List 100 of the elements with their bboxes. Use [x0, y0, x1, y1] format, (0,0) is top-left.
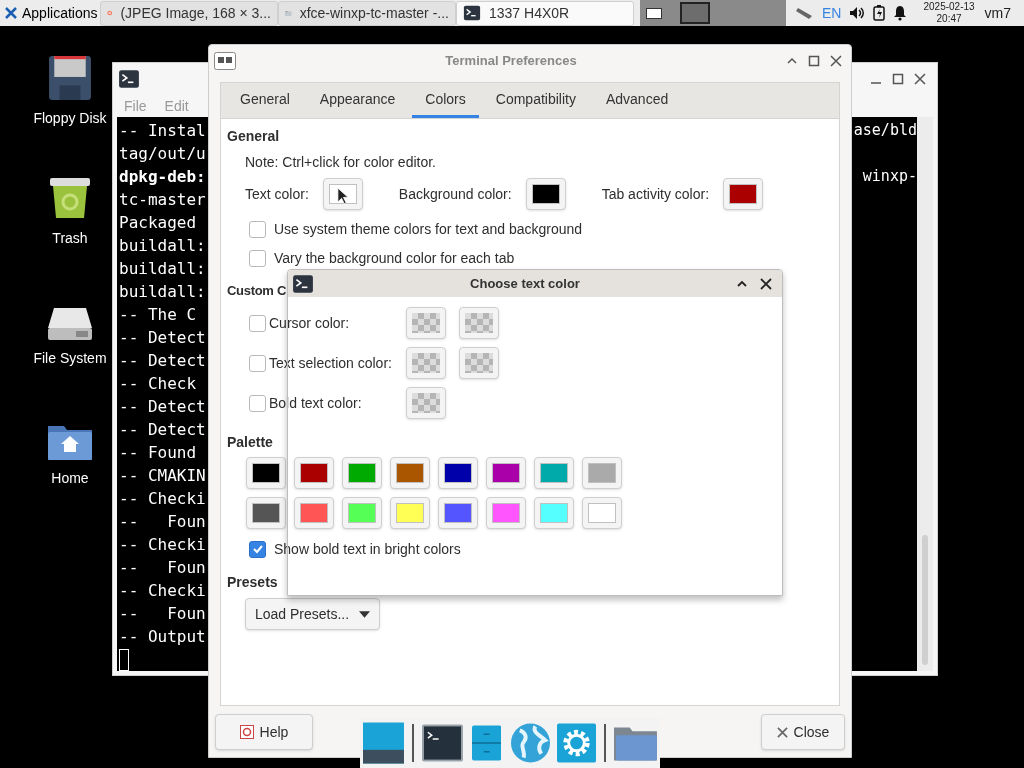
checkbox[interactable]	[249, 220, 266, 238]
window-title: Terminal Preferences	[444, 52, 578, 71]
color-button[interactable]	[390, 497, 430, 529]
applications-menu[interactable]: Applications	[0, 0, 100, 26]
file-cabinet-icon[interactable]	[471, 725, 502, 761]
terminal-line: Packaged	[119, 212, 197, 234]
checkbox[interactable]	[249, 249, 266, 267]
mouse-pointer-icon	[336, 187, 348, 204]
empty-color-swatch	[412, 393, 440, 413]
dialog-title: Choose text color	[469, 274, 581, 293]
terminal-line: tag/out/u	[119, 143, 206, 165]
checkbox[interactable]	[249, 394, 266, 412]
color-button[interactable]	[294, 457, 334, 489]
section-heading: Custom C	[227, 282, 286, 300]
color-button[interactable]	[438, 457, 478, 489]
color-button[interactable]	[246, 457, 286, 489]
maximize-icon[interactable]	[892, 73, 904, 85]
task-button[interactable]: 1337 H4X0R	[456, 0, 634, 26]
terminal-line: buildall:	[119, 235, 206, 257]
color-button[interactable]	[322, 178, 363, 210]
section-heading: General	[227, 127, 281, 146]
workspace-switcher[interactable]	[640, 0, 786, 26]
clock[interactable]: 2025-02-13 20:47	[923, 1, 975, 25]
caret-icon	[359, 610, 371, 618]
terminal-line: -- The C	[119, 304, 197, 326]
terminal-line: -- Check	[119, 373, 197, 395]
color-label: Text color:	[245, 184, 309, 204]
color-button[interactable]	[723, 178, 764, 210]
checkbox[interactable]	[249, 354, 266, 372]
color-button[interactable]	[459, 347, 499, 379]
text-cursor	[119, 648, 129, 671]
volume-icon[interactable]	[849, 5, 866, 21]
checkbox-label: Vary the background color for each tab	[274, 248, 515, 268]
empty-color-swatch	[465, 353, 493, 373]
color-button[interactable]	[486, 457, 526, 489]
terminal-line: -- Checki	[119, 488, 206, 510]
terminal-icon[interactable]	[421, 724, 463, 762]
color-button[interactable]	[342, 457, 382, 489]
scrollbar[interactable]	[917, 117, 933, 671]
terminal-line: -- Foun	[119, 557, 206, 579]
load-presets-dropdown[interactable]: Load Presets...	[245, 598, 380, 630]
color-button[interactable]	[342, 497, 382, 529]
color-button[interactable]	[438, 497, 478, 529]
color-button[interactable]	[406, 387, 446, 419]
empty-color-swatch	[412, 313, 440, 333]
window-menu-icon[interactable]	[214, 52, 236, 70]
bell-icon[interactable]	[893, 5, 908, 21]
checkbox[interactable]	[249, 540, 266, 558]
terminal-icon	[118, 68, 140, 90]
checkbox-label: Use system theme colors for text and background	[274, 219, 583, 239]
desktop-icon-label[interactable]: Trash	[52, 228, 88, 249]
terminal-icon	[292, 272, 314, 295]
color-button[interactable]	[582, 457, 622, 489]
tab[interactable]: Appearance	[306, 83, 409, 118]
task-button[interactable]: xfce-winxp-tc-master -...	[278, 0, 456, 26]
tab[interactable]: Colors	[412, 83, 479, 118]
terminal-line: dpkg-deb:	[119, 166, 206, 188]
tab[interactable]: General	[227, 83, 303, 118]
color-button[interactable]	[406, 307, 446, 339]
terminal-line: -- Foun	[119, 603, 206, 625]
color-button[interactable]	[534, 497, 574, 529]
battery-icon[interactable]	[873, 5, 886, 21]
color-button[interactable]	[390, 457, 430, 489]
terminal-icon	[463, 4, 481, 22]
desktop-icon-label[interactable]: Floppy Disk	[33, 108, 107, 129]
color-button[interactable]	[582, 497, 622, 529]
color-button[interactable]	[534, 457, 574, 489]
mouse-logo-icon	[4, 6, 18, 20]
folder-icon[interactable]	[614, 725, 657, 761]
terminal-line: -- Output	[119, 626, 206, 648]
checkbox[interactable]	[249, 314, 266, 332]
help-button[interactable]: Help	[215, 714, 313, 750]
maximize-icon[interactable]	[808, 55, 820, 67]
color-label: Tab activity color:	[601, 184, 710, 204]
section-heading: Palette	[227, 433, 274, 452]
desktop-icon-label[interactable]: File System	[33, 348, 107, 369]
settings-icon[interactable]	[557, 723, 597, 763]
color-button[interactable]	[294, 497, 334, 529]
color-button[interactable]	[525, 178, 566, 210]
terminal-line: -- Checki	[119, 534, 206, 556]
color-button[interactable]	[459, 307, 499, 339]
color-button[interactable]	[486, 497, 526, 529]
color-button[interactable]	[406, 347, 446, 379]
desktop-icon-label[interactable]: Home	[51, 468, 89, 489]
terminal-line: -- Foun	[119, 511, 206, 533]
close-button[interactable]: Close	[761, 714, 845, 750]
checkbox-label: Show bold text in bright colors	[274, 539, 461, 559]
window-icon[interactable]	[363, 722, 404, 764]
terminal-line: -- Detect	[119, 396, 206, 418]
user-name[interactable]: vm7	[984, 2, 1012, 24]
close-icon[interactable]	[830, 55, 842, 67]
color-label: Background color:	[398, 184, 512, 204]
terminal-line: -- CMAKIN	[119, 465, 206, 487]
terminal-line: ase/bld	[853, 120, 917, 141]
close-icon[interactable]	[760, 277, 772, 290]
task-button[interactable]: (JPEG Image, 168 × 3...	[100, 0, 278, 26]
tab[interactable]: Compatibility	[482, 83, 589, 118]
close-icon[interactable]	[914, 73, 926, 85]
color-button[interactable]	[246, 497, 286, 529]
tab[interactable]: Advanced	[592, 83, 682, 118]
